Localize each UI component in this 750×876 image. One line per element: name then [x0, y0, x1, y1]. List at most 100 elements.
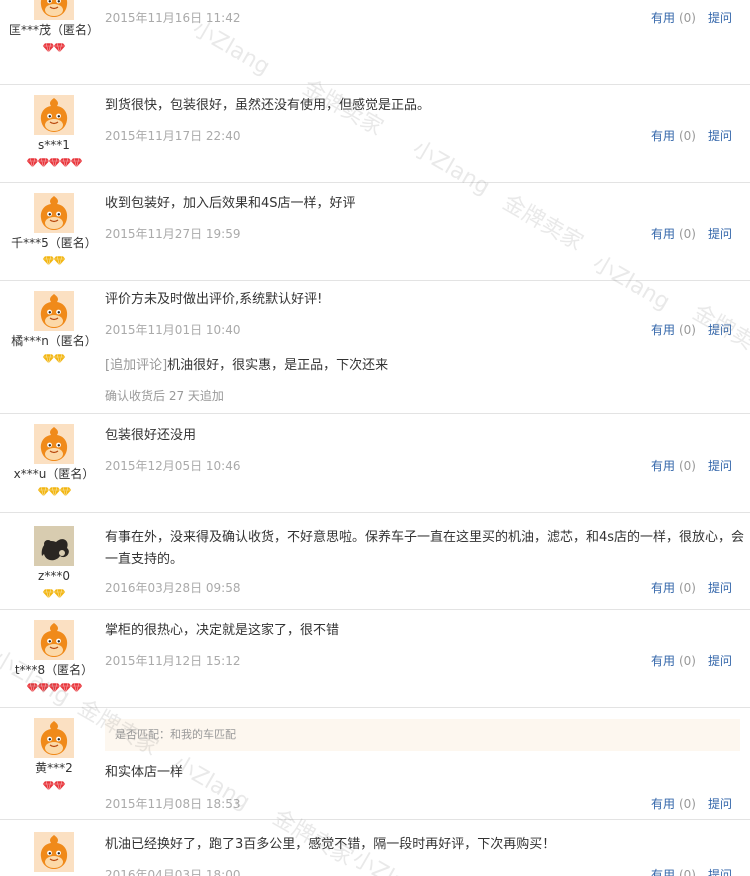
review-item: 匡***茂（匿名） 还好，从外包装看应该是正品，还没使用，待验证，期待下次的合作。… — [0, 0, 750, 85]
reviewer-level-badge — [0, 585, 108, 600]
avatar[interactable] — [34, 718, 74, 758]
ask-button[interactable]: 提问 — [708, 797, 732, 811]
review-item: z***0 有事在外，没来得及确认收货，不好意思啦。保养车子一直在这里买的机油，滤… — [0, 513, 750, 610]
ask-button[interactable]: 提问 — [708, 868, 732, 876]
reviewer-level-badge — [0, 252, 108, 267]
ask-button[interactable]: 提问 — [708, 227, 732, 241]
useful-count: (0) — [678, 459, 696, 473]
review-text: 还好，从外包装看应该是正品，还没使用，待验证，期待下次的合作。 — [105, 0, 745, 2]
review-actions: 有用 (0) 提问 — [651, 652, 732, 669]
review-text: 到货很快，包装很好，虽然还没有使用，但感觉是正品。 — [105, 98, 431, 113]
reviewer-level-badge — [0, 483, 108, 498]
review-actions: 有用 (0) 提问 — [651, 457, 732, 474]
diamond-level-icon — [53, 254, 66, 267]
useful-button[interactable]: 有用 — [651, 227, 675, 241]
reviewer-level-badge — [0, 777, 108, 792]
ask-button[interactable]: 提问 — [708, 129, 732, 143]
append-review: [追加评论]机油很好，很实惠，是正品，下次还来 — [105, 355, 745, 377]
useful-button[interactable]: 有用 — [651, 323, 675, 337]
avatar[interactable] — [34, 526, 74, 566]
ask-button[interactable]: 提问 — [708, 654, 732, 668]
reviewer-name: 匡***茂（匿名） — [8, 23, 99, 37]
reviewer-level-badge — [0, 39, 108, 54]
reviewer-name: t***8（匿名） — [14, 663, 94, 677]
avatar[interactable] — [34, 95, 74, 135]
review-item: x***u（匿名） 包装很好还没用 2015年12月05日 10:46 有用 (0) 提问 — [0, 414, 750, 513]
useful-count: (0) — [678, 868, 696, 876]
reviewer-level-badge — [0, 350, 108, 365]
useful-button[interactable]: 有用 — [651, 654, 675, 668]
reviewer: 橘***n（匿名） — [0, 291, 108, 365]
match-info: 是否匹配：和我的车匹配 — [105, 719, 740, 751]
review-text: 收到包装好，加入后效果和4S店一样，好评 — [105, 196, 356, 211]
review-actions: 有用 (0) 提问 — [651, 127, 732, 144]
ask-button[interactable]: 提问 — [708, 323, 732, 337]
review-actions: 有用 (0) 提问 — [651, 321, 732, 338]
review-date: 2015年11月16日 11:42 — [105, 11, 241, 25]
heart-level-icon — [53, 41, 66, 54]
reviewer-name: 黄***2 — [35, 761, 73, 775]
append-review-note: 确认收货后 27 天追加 — [105, 389, 224, 403]
review-text: 评价方未及时做出评价,系统默认好评! — [105, 292, 323, 307]
useful-button[interactable]: 有用 — [651, 797, 675, 811]
useful-button[interactable]: 有用 — [651, 868, 675, 876]
reviewer-name: 橘***n（匿名） — [11, 334, 97, 348]
ask-button[interactable]: 提问 — [708, 581, 732, 595]
reviewer-level-badge — [0, 679, 108, 694]
diamond-level-icon — [58, 485, 72, 498]
reviewer: 千***5（匿名） — [0, 193, 108, 267]
review-actions: 有用 (0) 提问 — [651, 866, 732, 876]
ask-button[interactable]: 提问 — [708, 11, 732, 25]
reviewer-name: z***0 — [38, 569, 70, 583]
review-date: 2015年11月08日 18:53 — [105, 797, 241, 811]
reviewer-name: s***1 — [38, 138, 70, 152]
useful-count: (0) — [678, 323, 696, 337]
avatar[interactable] — [34, 193, 74, 233]
review-text: 机油已经换好了，跑了3百多公里，感觉不错，隔一段时再好评，下次再购买！ — [105, 837, 556, 852]
append-review-label: [追加评论] — [105, 358, 168, 373]
heart-level-icon — [53, 779, 66, 792]
avatar[interactable] — [34, 424, 74, 464]
review-item: t***8（匿名） 掌柜的很热心，决定就是这家了，很不错 2015年11月12日 1… — [0, 610, 750, 708]
append-review-text: 机油很好，很实惠，是正品，下次还来 — [167, 358, 389, 373]
reviewer: 黄***2 — [0, 718, 108, 792]
review-text: 掌柜的很热心，决定就是这家了，很不错 — [105, 623, 340, 638]
useful-count: (0) — [678, 581, 696, 595]
useful-button[interactable]: 有用 — [651, 459, 675, 473]
heart-level-icon — [69, 681, 83, 694]
avatar[interactable] — [34, 291, 74, 331]
useful-button[interactable]: 有用 — [651, 129, 675, 143]
diamond-level-icon — [53, 587, 66, 600]
reviewer: t***8（匿名） — [0, 620, 108, 694]
ask-button[interactable]: 提问 — [708, 459, 732, 473]
review-date: 2015年11月27日 19:59 — [105, 227, 241, 241]
avatar[interactable] — [34, 620, 74, 660]
review-date: 2015年11月17日 22:40 — [105, 129, 241, 143]
review-actions: 有用 (0) 提问 — [651, 795, 732, 812]
reviewer-name: x***u（匿名） — [13, 467, 95, 481]
review-date: 2015年11月12日 15:12 — [105, 654, 241, 668]
reviewer: z***0 — [0, 526, 108, 600]
review-actions: 有用 (0) 提问 — [651, 9, 732, 26]
reviewer — [0, 832, 108, 876]
review-item: 橘***n（匿名） 评价方未及时做出评价,系统默认好评! 2015年11月01日 1… — [0, 281, 750, 414]
reviewer: x***u（匿名） — [0, 424, 108, 498]
reviewer-name: 千***5（匿名） — [11, 236, 97, 250]
review-item: 机油已经换好了，跑了3百多公里，感觉不错，隔一段时再好评，下次再购买！ 2016年… — [0, 820, 750, 876]
review-actions: 有用 (0) 提问 — [651, 225, 732, 242]
useful-button[interactable]: 有用 — [651, 581, 675, 595]
review-text: 有事在外，没来得及确认收货，不好意思啦。保养车子一直在这里买的机油，滤芯，和4s… — [105, 530, 745, 567]
review-date: 2015年11月01日 10:40 — [105, 323, 241, 337]
reviewer-level-badge — [0, 154, 108, 169]
reviewer: s***1 — [0, 95, 108, 169]
review-item: 黄***2 是否匹配：和我的车匹配 和实体店一样 2015年11月08日 18:53 有… — [0, 708, 750, 820]
useful-count: (0) — [678, 797, 696, 811]
useful-count: (0) — [678, 11, 696, 25]
avatar[interactable] — [34, 0, 74, 20]
reviewer: 匡***茂（匿名） — [0, 0, 108, 54]
avatar[interactable] — [34, 832, 74, 872]
review-actions: 有用 (0) 提问 — [651, 579, 732, 596]
review-item: s***1 到货很快，包装很好，虽然还没有使用，但感觉是正品。 2015年11月17… — [0, 85, 750, 183]
useful-button[interactable]: 有用 — [651, 11, 675, 25]
useful-count: (0) — [678, 129, 696, 143]
